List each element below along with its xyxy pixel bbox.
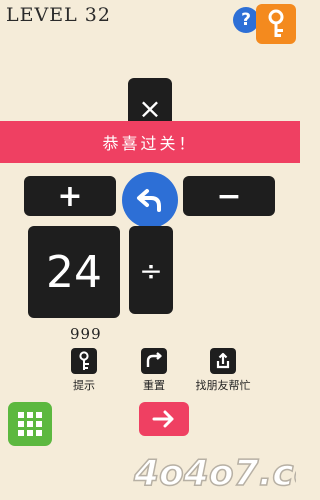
hint-count: 999 [70,325,102,343]
success-banner: 恭喜过关！ [0,121,300,163]
friend-help-tool[interactable]: 找朋友帮忙 [190,348,256,393]
next-level-button[interactable] [139,402,189,436]
reset-icon [146,352,162,367]
undo-icon [137,189,161,212]
key-button[interactable] [256,4,296,44]
number-tile[interactable]: 24 [28,226,120,318]
reset-button[interactable] [141,348,167,374]
help-icon: ? [241,10,251,30]
site-watermark: 4o4o7.com [132,452,296,495]
hint-label: 提示 [73,379,95,392]
level-label: LEVEL 32 [6,4,111,26]
key-icon [268,9,284,37]
operator-tile-divide[interactable]: ÷ [129,226,173,314]
grid-menu-icon [18,412,42,436]
arrow-right-icon [152,410,174,428]
hint-tool[interactable]: 提示 [66,348,102,393]
reset-label: 重置 [143,379,165,392]
level-menu-button[interactable] [8,402,52,446]
hint-button[interactable] [71,348,97,374]
undo-button[interactable] [122,172,178,228]
operator-tile-minus[interactable]: − [183,176,275,216]
watermark-text: 4o4o7.com [133,453,296,494]
banner-text: 恭喜过关！ [102,134,198,153]
reset-tool[interactable]: 重置 [136,348,172,393]
share-button[interactable] [210,348,236,374]
operator-tile-plus[interactable]: + [24,176,116,216]
hint-key-icon [79,351,89,370]
friend-help-label: 找朋友帮忙 [195,379,251,392]
share-icon [216,352,230,369]
